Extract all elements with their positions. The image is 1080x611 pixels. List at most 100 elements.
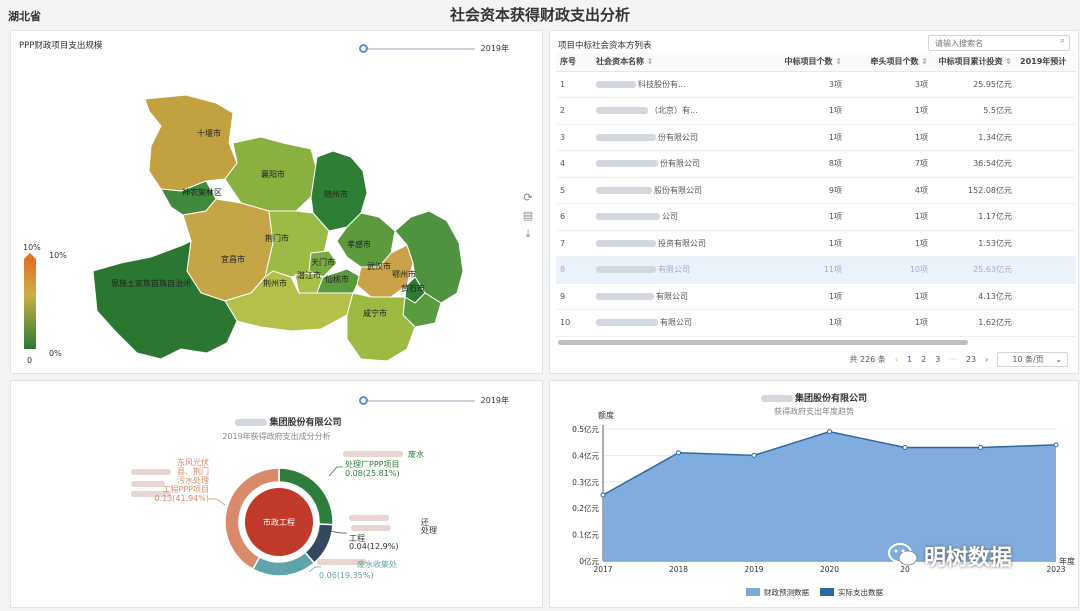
table-row[interactable]: 10 有限公司 1项 1项 1.62亿元: [556, 309, 1076, 337]
cell-lead: 10项: [846, 256, 932, 284]
data-point[interactable]: [978, 444, 983, 450]
redacted-text: [596, 107, 648, 115]
redacted-text: [351, 525, 391, 531]
cell-invest: 5.5亿元: [932, 97, 1016, 125]
cell-name-text: 有限公司: [656, 291, 688, 301]
page-header: 湖北省 社会资本获得财政支出分析: [0, 0, 1080, 28]
data-point[interactable]: [600, 492, 606, 498]
donut-slice-label: 废水: [408, 449, 424, 459]
sort-icon[interactable]: ⇕: [1005, 57, 1012, 66]
col-header-invest[interactable]: 中标项目累计投资 ⇕: [932, 53, 1016, 72]
page-ellipsis[interactable]: ···: [949, 355, 957, 364]
donut-slice-label: 0.06(19.35%): [319, 571, 374, 580]
table-row[interactable]: 8 有限公司 11项 10项 25.63亿元: [556, 256, 1076, 284]
cell-invest: 36.54亿元: [932, 150, 1016, 178]
sort-icon[interactable]: ⇕: [835, 57, 842, 66]
hubei-map: 10% 10% 0 0% 十堰市 神农架林区 襄阳市 随州市 宜昌市 荆门市 孝…: [23, 94, 464, 365]
search-icon[interactable]: ⌕: [1060, 36, 1065, 46]
x-tick-label: 2018: [669, 565, 688, 574]
col-header-forecast[interactable]: 2019年预计: [1016, 53, 1076, 72]
cell-bids: 1项: [752, 309, 846, 337]
cell-lead: 1项: [846, 283, 932, 310]
legend-top-label: 10%: [23, 243, 41, 252]
refresh-icon[interactable]: ⟳: [521, 191, 535, 209]
cell-lead: 1项: [846, 230, 932, 257]
cell-forecast: [1016, 177, 1076, 204]
legend-top-handle[interactable]: [24, 253, 36, 259]
city-label: 十堰市: [197, 128, 221, 138]
donut-slice-label: 县、荆门: [177, 466, 209, 476]
sort-icon[interactable]: ⇕: [921, 57, 928, 66]
pagination: 共 226 条 ‹ 1 2 3 ··· 23 › 10 条/页 ⌄: [840, 351, 1068, 367]
data-point[interactable]: [902, 444, 908, 450]
legend-swatch[interactable]: [746, 588, 760, 596]
table-row[interactable]: 3 份有限公司 1项 1项 1.34亿元: [556, 124, 1076, 151]
city-label: 神农架林区: [182, 187, 222, 197]
page-button[interactable]: 23: [966, 355, 976, 364]
map-panel: PPP财政项目支出规模 2019年 10% 10% 0 0% 十堰市 神农架林区…: [10, 30, 543, 374]
data-point[interactable]: [676, 450, 681, 456]
page-button[interactable]: 2: [921, 355, 926, 364]
city-label: 天门市: [311, 257, 335, 267]
cell-name: 有限公司: [592, 256, 752, 284]
wechat-icon: [888, 543, 918, 566]
col-header-bids[interactable]: 中标项目个数 ⇕: [752, 53, 846, 72]
document-icon[interactable]: ▤: [521, 209, 535, 227]
col-header-lead[interactable]: 牵头项目个数 ⇕: [846, 53, 932, 72]
data-point[interactable]: [1053, 442, 1059, 448]
cell-lead: 1项: [846, 309, 932, 337]
download-icon[interactable]: ⤓: [521, 227, 535, 245]
cell-forecast: [1016, 97, 1076, 125]
legend-bottom-label: 0: [27, 356, 32, 365]
cell-bids: 1项: [752, 230, 846, 257]
page-button[interactable]: 1: [907, 355, 912, 364]
col-header-index[interactable]: 序号: [556, 53, 592, 72]
table-row[interactable]: 4 份有限公司 8项 7项 36.54亿元: [556, 150, 1076, 178]
cell-lead: 1项: [846, 97, 932, 125]
page-button[interactable]: 3: [935, 355, 940, 364]
next-page-button[interactable]: ›: [985, 355, 988, 364]
cell-bids: 11项: [752, 256, 846, 284]
redacted-text: [596, 80, 636, 88]
donut-center-label: 市政工程: [263, 517, 295, 527]
cell-name-text: 科技股份有...: [638, 79, 686, 89]
prev-page-button[interactable]: ‹: [895, 355, 898, 364]
cell-name: 股份有限公司: [592, 177, 752, 204]
region-shiyan[interactable]: [144, 94, 238, 192]
legend-label[interactable]: 实际支出数据: [838, 587, 883, 597]
data-point[interactable]: [751, 452, 757, 458]
search-input[interactable]: [928, 35, 1070, 51]
donut-slice-label: 0.04(12.9%): [349, 542, 398, 551]
cell-name: （北京）有...: [592, 97, 752, 125]
donut-label-leader: [328, 466, 343, 477]
cell-name-text: 份有限公司: [658, 132, 698, 142]
table-row[interactable]: 5 股份有限公司 9项 4项 152.08亿元: [556, 177, 1076, 204]
watermark-text: 明树数据: [924, 546, 1013, 571]
table-row[interactable]: 2 （北京）有... 1项 1项 5.5亿元: [556, 97, 1076, 125]
table-row[interactable]: 6 公司 1项 1项 1.17亿元: [556, 203, 1076, 231]
horizontal-scrollbar[interactable]: [558, 340, 968, 345]
table-row[interactable]: 9 有限公司 1项 1项 4.13亿元: [556, 283, 1076, 310]
col-header-name[interactable]: 社会资本名称 ⇕: [592, 53, 752, 72]
donut-slice[interactable]: [251, 551, 316, 577]
col-header-label: 中标项目累计投资: [938, 57, 1003, 67]
sort-icon[interactable]: ⇕: [647, 57, 654, 66]
table-row[interactable]: 1 科技股份有... 3项 3项 25.95亿元: [556, 71, 1076, 98]
cell-name-text: 投资有限公司: [658, 238, 706, 248]
table-row[interactable]: 7 投资有限公司 1项 1项 1.53亿元: [556, 230, 1076, 257]
city-label: 荆州市: [263, 278, 287, 288]
data-point[interactable]: [827, 429, 832, 435]
cell-name-text: 股份有限公司: [654, 185, 702, 195]
legend-label[interactable]: 财政预测数据: [764, 587, 809, 597]
region-xianning[interactable]: [346, 292, 416, 362]
legend-swatch[interactable]: [820, 588, 834, 596]
legend-top-right-label: 10%: [49, 251, 67, 260]
page-size-select[interactable]: 10 条/页 ⌄: [997, 351, 1068, 367]
cell-forecast: [1016, 283, 1076, 310]
y-tick-label: 0.3亿元: [572, 477, 599, 487]
cell-invest: 1.62亿元: [932, 309, 1016, 337]
cell-bids: 1项: [752, 124, 846, 151]
legend-gradient: [24, 259, 36, 349]
cell-bids: 1项: [752, 97, 846, 125]
chevron-down-icon: ⌄: [1055, 354, 1062, 364]
